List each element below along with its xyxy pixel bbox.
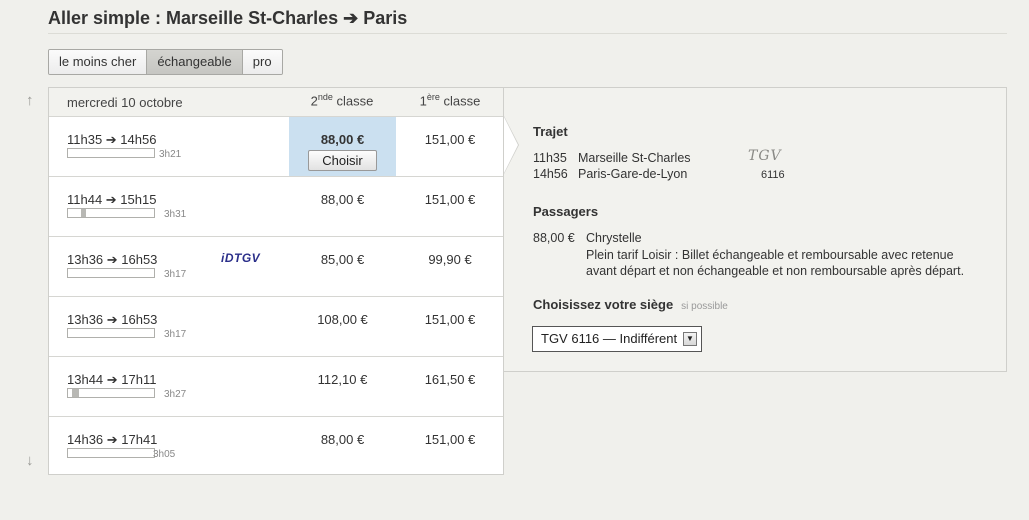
train-row[interactable]: 13h36 ➔ 16h53 3h17 iDTGV 85,00 € 99,90 €: [49, 237, 503, 297]
first-class-price-cell[interactable]: 151,00 €: [396, 417, 504, 476]
filter-pro[interactable]: pro: [242, 50, 282, 74]
train-duration: 3h05: [153, 449, 176, 460]
passenger-name: Chrystelle: [586, 231, 642, 245]
title-divider: [48, 33, 1007, 34]
first-class-price-cell[interactable]: 161,50 €: [396, 357, 504, 416]
dropdown-arrow-icon[interactable]: ▼: [683, 332, 697, 346]
first-class-price-cell[interactable]: 151,00 €: [396, 117, 504, 176]
first-class-header: 1ère classe: [419, 92, 481, 109]
first-class-price: 151,00 €: [424, 132, 476, 147]
seat-hint: si possible: [681, 301, 728, 312]
arrival-time: 14h56: [533, 167, 568, 181]
selection-pointer: [504, 117, 518, 173]
fare-filter-tabs: le moins cher échangeable pro: [48, 49, 283, 75]
train-times: 13h44 ➔ 17h11: [67, 372, 157, 387]
second-class-price: 88,00 €: [320, 432, 365, 447]
filter-exchangeable[interactable]: échangeable: [147, 50, 243, 74]
first-class-price-cell[interactable]: 151,00 €: [396, 177, 504, 236]
second-class-price-cell[interactable]: 108,00 €: [289, 297, 396, 356]
trajet-heading: Trajet: [533, 124, 568, 139]
train-times: 13h36 ➔ 16h53: [67, 312, 158, 327]
train-duration: 3h17: [164, 329, 187, 340]
results-table: mercredi 10 octobre 2nde classe 1ère cla…: [48, 87, 504, 475]
seat-heading: Choisissez votre siège si possible: [533, 297, 728, 312]
duration-bar: [67, 208, 155, 218]
train-duration: 3h21: [159, 149, 182, 160]
arrival-station: Paris-Gare-de-Lyon: [578, 167, 688, 181]
passenger-price: 88,00 €: [533, 231, 575, 245]
passengers-heading: Passagers: [533, 204, 599, 219]
train-times: 14h36 ➔ 17h41: [67, 432, 158, 447]
first-class-price: 151,00 €: [424, 432, 476, 447]
travel-date: mercredi 10 octobre: [67, 95, 183, 110]
second-class-price-cell[interactable]: 88,00 €: [289, 417, 396, 476]
second-class-price-cell[interactable]: 112,10 €: [289, 357, 396, 416]
second-class-price-cell[interactable]: 88,00 € Choisir: [289, 117, 396, 176]
train-number: 6116: [761, 169, 785, 181]
seat-select-value: TGV 6116 — Indifférent: [541, 331, 678, 346]
journey-detail-panel: Trajet 11h35 Marseille St-Charles 14h56 …: [504, 87, 1007, 372]
second-class-header: 2nde classe: [310, 92, 374, 109]
first-class-price: 99,90 €: [428, 252, 472, 267]
train-duration: 3h27: [164, 389, 187, 400]
second-class-price: 85,00 €: [320, 252, 365, 267]
second-class-price: 112,10 €: [317, 372, 368, 387]
train-row[interactable]: 11h35 ➔ 14h56 3h21 88,00 € Choisir 151,00 €: [49, 117, 503, 177]
idtgv-logo: iDTGV: [221, 251, 261, 265]
second-class-price: 88,00 €: [320, 132, 365, 147]
departure-station: Marseille St-Charles: [578, 151, 691, 165]
train-row[interactable]: 14h36 ➔ 17h41 3h05 88,00 € 151,00 €: [49, 417, 503, 477]
train-row[interactable]: 13h36 ➔ 16h53 3h17 108,00 € 151,00 €: [49, 297, 503, 357]
scroll-down-arrow-icon[interactable]: ↓: [26, 452, 34, 469]
train-row[interactable]: 13h44 ➔ 17h11 3h27 112,10 € 161,50 €: [49, 357, 503, 417]
duration-bar: [67, 388, 155, 398]
train-times: 13h36 ➔ 16h53: [67, 252, 158, 267]
duration-bar: [67, 148, 155, 158]
duration-bar: [67, 268, 155, 278]
first-class-price: 151,00 €: [424, 192, 476, 207]
second-class-price: 108,00 €: [317, 312, 368, 327]
second-class-price: 88,00 €: [320, 192, 365, 207]
train-times: 11h35 ➔ 14h56: [67, 132, 157, 147]
duration-bar-fill: [80, 209, 87, 217]
duration-bar: [67, 448, 155, 458]
first-class-price-cell[interactable]: 151,00 €: [396, 297, 504, 356]
second-class-price-cell[interactable]: 85,00 €: [289, 237, 396, 296]
duration-bar-fill: [72, 389, 80, 397]
train-duration: 3h17: [164, 269, 187, 280]
duration-bar: [67, 328, 155, 338]
second-class-price-cell[interactable]: 88,00 €: [289, 177, 396, 236]
departure-time: 11h35: [533, 151, 567, 165]
train-duration: 3h31: [164, 209, 187, 220]
first-class-price: 161,50 €: [424, 372, 476, 387]
train-times: 11h44 ➔ 15h15: [67, 192, 157, 207]
fare-conditions-line2: avant départ et non échangeable et non r…: [586, 264, 965, 278]
results-header: mercredi 10 octobre 2nde classe 1ère cla…: [49, 88, 503, 117]
seat-select[interactable]: TGV 6116 — Indifférent ▼: [532, 326, 702, 352]
first-class-price: 151,00 €: [424, 312, 476, 327]
page-title: Aller simple : Marseille St-Charles ➔ Pa…: [48, 8, 408, 28]
choose-button[interactable]: Choisir: [308, 150, 377, 171]
filter-cheapest[interactable]: le moins cher: [49, 50, 148, 74]
tgv-logo: TGV: [748, 148, 782, 164]
train-row[interactable]: 11h44 ➔ 15h15 3h31 88,00 € 151,00 €: [49, 177, 503, 237]
first-class-price-cell[interactable]: 99,90 €: [396, 237, 504, 296]
scroll-up-arrow-icon[interactable]: ↑: [26, 92, 34, 109]
fare-conditions-line1: Plein tarif Loisir : Billet échangeable …: [586, 248, 954, 262]
